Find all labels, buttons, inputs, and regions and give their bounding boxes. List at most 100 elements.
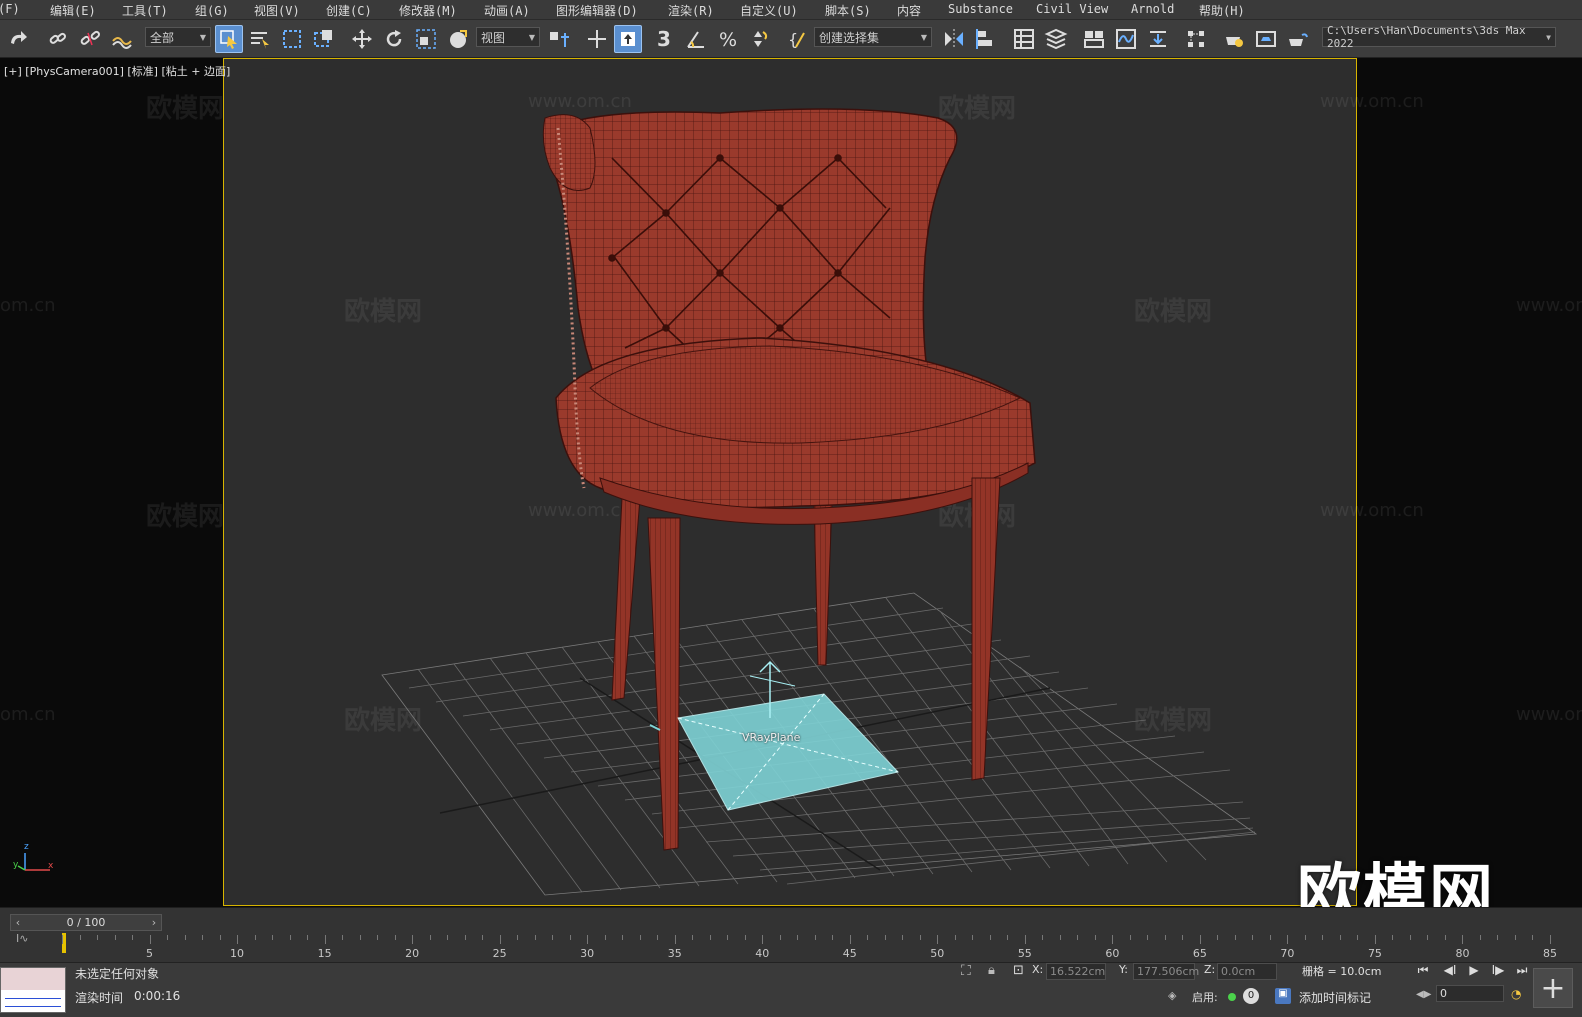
bind-space-warp-icon[interactable] xyxy=(108,25,136,53)
time-slider[interactable]: ‹ 0 / 100 › xyxy=(10,914,162,931)
timeline-tick xyxy=(919,935,921,940)
edit-named-selection-icon[interactable]: { xyxy=(784,25,812,53)
absolute-mode-icon[interactable]: ⊡ xyxy=(1013,963,1024,978)
menu-scripting[interactable]: 脚本(S) xyxy=(825,2,871,19)
timeline-tick xyxy=(499,935,501,944)
menu-help[interactable]: 帮助(H) xyxy=(1199,2,1245,19)
menu-content[interactable]: 内容 xyxy=(897,2,921,19)
pivot-center-icon[interactable] xyxy=(545,25,573,53)
timeline-tick xyxy=(1182,935,1184,940)
menu-animation[interactable]: 动画(A) xyxy=(484,2,530,19)
rotate-icon[interactable] xyxy=(380,25,408,53)
named-selection-dropdown[interactable]: 创建选择集 ▼ xyxy=(814,27,932,47)
curve-editor-icon[interactable] xyxy=(1112,25,1140,53)
mirror-icon[interactable] xyxy=(940,25,968,53)
scale-icon[interactable] xyxy=(412,25,440,53)
menu-graph-editors[interactable]: 图形编辑器(D) xyxy=(556,2,638,19)
go-to-start-icon[interactable]: ⏮ xyxy=(1413,963,1433,979)
render-time-value: 0:00:16 xyxy=(134,989,181,1003)
timeline-tick xyxy=(692,935,694,940)
chevron-right-icon[interactable]: › xyxy=(147,916,161,929)
unlink-icon[interactable] xyxy=(76,25,104,53)
timeline-tick-label: 20 xyxy=(405,947,420,960)
timeline-tick xyxy=(342,935,344,940)
time-tag-icon[interactable]: ▣ xyxy=(1275,988,1291,1004)
project-path-dropdown[interactable]: C:\Users\Han\Documents\3ds Max 2022 ▼ xyxy=(1322,24,1556,50)
timeline-tick xyxy=(1479,935,1481,940)
scene-explorer-icon[interactable] xyxy=(1010,25,1038,53)
menu-substance[interactable]: Substance xyxy=(948,2,1013,16)
x-label: X: xyxy=(1032,963,1044,976)
y-coordinate-field[interactable]: 177.506cm xyxy=(1133,963,1199,980)
redo-icon[interactable] xyxy=(4,25,32,53)
enable-count[interactable]: 0 xyxy=(1243,988,1259,1004)
timeline-tick xyxy=(1287,935,1289,944)
timeline-tick xyxy=(797,935,799,940)
chair-front-leg-left xyxy=(647,517,681,851)
reference-coord-dropdown[interactable]: 视图 ▼ xyxy=(476,27,540,47)
timeline-tick xyxy=(132,935,134,940)
menu-create[interactable]: 创建(C) xyxy=(326,2,372,19)
timeline-tick xyxy=(657,935,659,940)
angle-snap-icon[interactable] xyxy=(682,25,710,53)
add-time-tag[interactable]: 添加时间标记 xyxy=(1299,989,1371,1006)
render-production-icon[interactable] xyxy=(1284,25,1312,53)
isolate-selection-icon[interactable]: ⛶ xyxy=(961,963,971,979)
snaps-toggle-icon[interactable]: 3 xyxy=(650,25,678,53)
align-icon[interactable] xyxy=(972,25,1000,53)
mini-curve-editor-icon[interactable]: Ⅰ∿ xyxy=(16,932,46,948)
place-icon[interactable] xyxy=(444,25,472,53)
menu-modifiers[interactable]: 修改器(M) xyxy=(399,2,457,19)
menu-tools[interactable]: 工具(T) xyxy=(122,2,168,19)
timeline-tick-label: 30 xyxy=(580,947,595,960)
viewport-label-menu[interactable]: [+] [PhysCamera001] [标准] [粘土 + 边面] xyxy=(4,63,230,79)
spinner-snap-icon[interactable] xyxy=(746,25,774,53)
previous-frame-icon[interactable]: ◀Ⅰ xyxy=(1440,963,1460,979)
toggle-ribbon-icon[interactable] xyxy=(1080,25,1108,53)
menu-edit[interactable]: 编辑(E) xyxy=(50,2,96,19)
add-key-icon[interactable]: + xyxy=(1533,968,1573,1008)
time-config-icon[interactable]: ◔ xyxy=(1511,987,1521,1001)
menu-rendering[interactable]: 渲染(R) xyxy=(668,2,714,19)
key-mode-icon[interactable]: ◀▶ xyxy=(1416,989,1431,1000)
menu-view[interactable]: 视图(V) xyxy=(254,2,300,19)
chevron-left-icon[interactable]: ‹ xyxy=(11,916,25,929)
link-icon[interactable] xyxy=(44,25,72,53)
rendered-frame-window-icon[interactable] xyxy=(1252,25,1280,53)
window-crossing-icon[interactable] xyxy=(310,25,338,53)
menu-customize[interactable]: 自定义(U) xyxy=(740,2,798,19)
z-coordinate-field[interactable]: 0.0cm xyxy=(1217,963,1277,980)
render-setup-icon[interactable] xyxy=(1220,25,1248,53)
select-manipulate-icon[interactable] xyxy=(583,25,611,53)
keyboard-shortcut-override-button[interactable] xyxy=(614,25,642,53)
go-to-end-icon[interactable]: ⏭ xyxy=(1512,963,1532,979)
schematic-view-icon[interactable] xyxy=(1144,25,1172,53)
adaptive-degradation-icon[interactable]: ◈ xyxy=(1168,989,1176,1002)
move-icon[interactable] xyxy=(348,25,376,53)
select-object-button[interactable] xyxy=(215,25,243,53)
layer-explorer-icon[interactable] xyxy=(1042,25,1070,53)
maxscript-mini-listener[interactable] xyxy=(0,967,66,1013)
percent-snap-icon[interactable]: % xyxy=(714,25,742,53)
selection-filter-dropdown[interactable]: 全部 ▼ xyxy=(145,27,211,47)
material-editor-icon[interactable] xyxy=(1182,25,1210,53)
axis-x-label: x xyxy=(48,861,54,871)
rect-selection-region-icon[interactable] xyxy=(278,25,306,53)
x-coordinate-field[interactable]: 16.522cm xyxy=(1046,963,1106,980)
next-frame-icon[interactable]: Ⅰ▶ xyxy=(1488,963,1508,979)
timeline-tick-label: 35 xyxy=(667,947,682,960)
lock-icon[interactable]: 🔒︎ xyxy=(988,963,995,978)
chevron-down-icon: ▼ xyxy=(920,32,927,42)
timeline-tick xyxy=(1077,935,1079,940)
menu-civil-view[interactable]: Civil View xyxy=(1036,2,1108,16)
timeline-tick xyxy=(202,935,204,940)
timeline-tick xyxy=(1094,935,1096,940)
menu-arnold[interactable]: Arnold xyxy=(1131,2,1174,16)
select-by-name-icon[interactable] xyxy=(246,25,274,53)
current-frame-field[interactable]: 0 xyxy=(1436,985,1504,1002)
camera-viewport[interactable]: [+] [PhysCamera001] [标准] [粘土 + 边面] 欧模网 w… xyxy=(0,58,1582,907)
timeline-track[interactable]: 5 10 15 20 25 30 35 40 45 50 55 60 65 70 75 80 85 xyxy=(62,933,1570,961)
menu-file[interactable]: (F) xyxy=(0,2,20,16)
menu-group[interactable]: 组(G) xyxy=(195,2,229,19)
play-icon[interactable]: ▶ xyxy=(1464,963,1484,979)
